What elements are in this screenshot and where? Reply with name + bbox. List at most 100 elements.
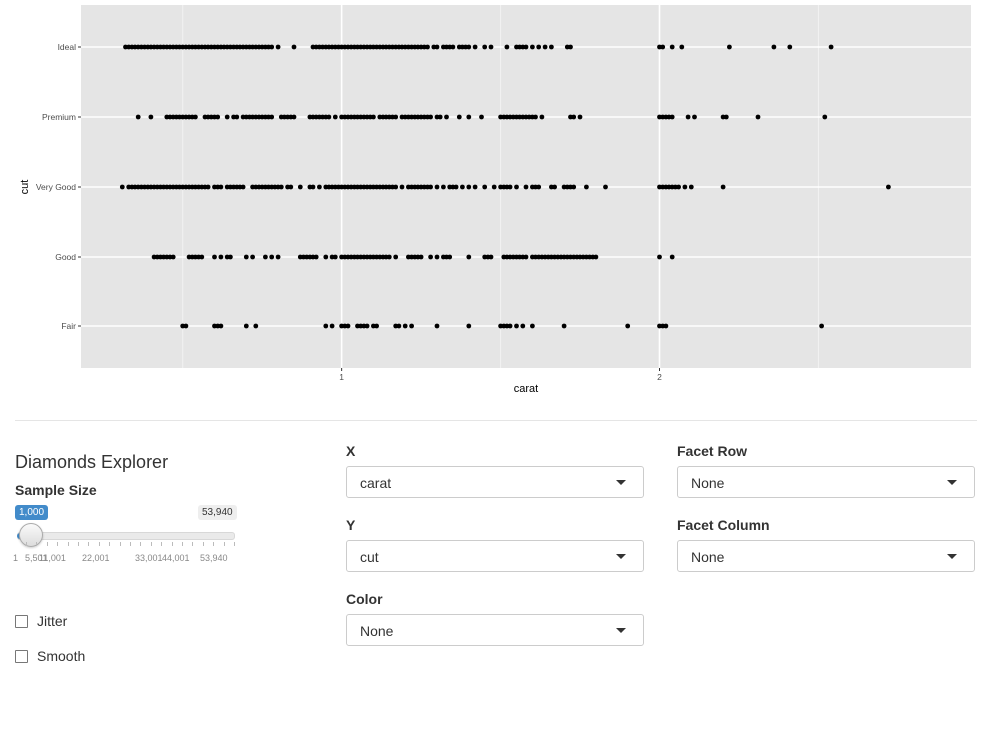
data-point [720,184,726,190]
plot-svg: Fair Good Very Good Premium Ideal 1 2 carat cut [19,5,971,395]
sidebar-panel: Diamonds Explorer Sample Size 1,000 53,9… [13,430,315,690]
data-point [657,254,662,260]
y-select-value: cut [360,549,379,565]
facet-row-select[interactable]: None [677,466,975,498]
data-point [193,114,198,120]
slider-minor-tick [213,542,215,546]
data-point [571,184,577,190]
data-point [603,184,608,190]
data-point [819,323,824,329]
data-point [170,254,176,260]
data-point [466,323,472,329]
slider-tick-label: 1 [13,553,19,563]
data-point [460,184,465,190]
data-point [488,254,494,260]
controls-right: Facet Row None Facet Column None [677,430,977,590]
data-point [218,323,224,329]
x-select[interactable]: carat [346,466,644,498]
data-point [685,114,691,120]
data-point [218,184,224,190]
data-point [212,254,217,260]
data-point [269,254,275,260]
data-point [371,114,376,120]
slider-minor-tick [202,542,204,546]
data-point [787,44,793,50]
panel-title: Diamonds Explorer [15,452,169,472]
data-point [332,254,338,260]
slider-minor-tick [171,542,173,546]
data-point [571,114,577,120]
data-point [310,184,316,190]
chevron-down-icon [616,554,626,559]
data-point [205,184,211,190]
facet-column-select[interactable]: None [677,540,975,572]
smooth-checkbox-row[interactable]: Smooth [15,648,85,664]
y-select[interactable]: cut [346,540,644,572]
data-point [428,114,433,120]
jitter-label: Jitter [37,613,68,629]
data-point [453,184,459,190]
jitter-checkbox-row[interactable]: Jitter [15,613,67,629]
jitter-checkbox[interactable] [15,614,28,628]
slider-track[interactable] [17,532,235,540]
data-point [253,323,259,329]
facet-column-label: Facet Column [677,517,770,533]
slider-tick-label: 53,940 [200,553,228,563]
data-point [393,184,399,190]
data-point [434,323,440,329]
data-point [437,114,443,120]
data-point [682,184,688,190]
slider-minor-tick [36,542,38,546]
y-label: Y [346,517,356,533]
color-select[interactable]: None [346,614,644,646]
data-point [692,114,697,120]
color-select-value: None [360,623,394,639]
data-point [228,254,233,260]
chevron-down-icon [616,480,626,485]
data-point [428,254,433,260]
slider-minor-tick [223,542,225,546]
slider-minor-tick [109,542,111,546]
data-point [482,44,488,50]
data-point [418,254,424,260]
data-point [472,44,478,50]
x-label: X [346,443,356,459]
data-point [425,44,430,50]
data-point [434,184,440,190]
data-point [520,323,526,329]
facet-column-select-value: None [691,549,725,565]
data-point [533,114,538,120]
data-point [584,184,589,190]
data-point [625,323,631,329]
data-point [466,44,472,50]
controls-middle: X carat Y cut Color None [346,430,646,660]
data-point [568,44,573,50]
data-point [669,254,675,260]
data-point [886,184,891,190]
data-point [679,44,685,50]
data-point [669,44,675,50]
data-point [393,114,399,120]
chevron-down-icon [947,480,957,485]
data-point [434,44,440,50]
data-point [727,44,732,50]
smooth-checkbox[interactable] [15,649,28,663]
data-point [577,114,583,120]
data-point [466,114,472,120]
data-point [669,114,675,120]
data-point [536,44,542,50]
data-point [428,184,433,190]
y-tick-label: Ideal [58,42,77,52]
data-point [386,254,392,260]
facet-row-label: Facet Row [677,443,748,459]
slider-minor-tick [161,542,163,546]
data-point [399,184,405,190]
slider-minor-tick [130,542,131,546]
data-point [466,254,472,260]
color-label: Color [346,591,383,607]
sample-size-slider[interactable]: 1,000 53,940 1 5,501 11,001 22,001 33,001 44,… [13,502,245,572]
data-point [434,254,440,260]
data-point [291,44,297,50]
y-tick-label: Good [55,252,76,262]
data-point [243,254,249,260]
